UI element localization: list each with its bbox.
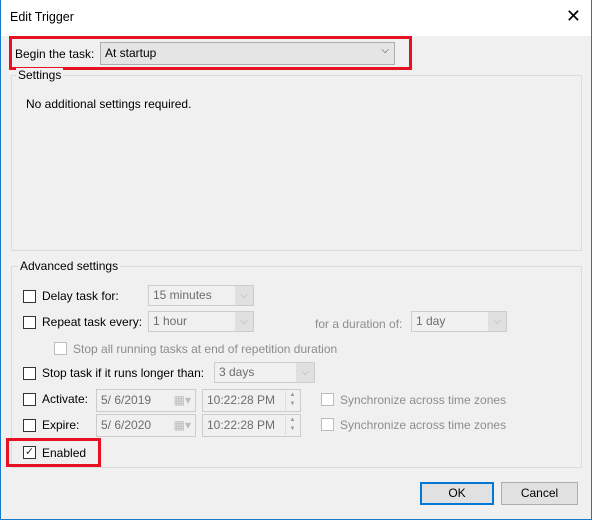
repeat-checkbox[interactable] [23,316,36,329]
calendar-icon: ▦▾ [173,393,191,407]
delay-dropdown[interactable]: 15 minutes ⌵ [148,285,254,306]
expire-time-field[interactable]: 10:22:28 PM ▲ ▼ [202,414,301,437]
settings-group: Settings No additional settings required… [11,68,582,251]
stop-running-checkbox[interactable] [54,342,67,355]
expire-label: Expire: [42,418,80,432]
close-icon[interactable]: ✕ [566,6,581,27]
repeat-label: Repeat task every: [42,315,143,329]
time-spinner[interactable]: ▲ ▼ [285,391,299,410]
activate-date-picker[interactable]: 5/ 6/2019 ▦▾ [96,389,196,412]
duration-value: 1 day [416,314,446,328]
repeat-dropdown[interactable]: 1 hour ⌵ [148,311,254,332]
enabled-checkbox[interactable]: ✓ [23,446,36,459]
expire-date: 5/ 6/2020 [101,418,152,432]
stop-running-label: Stop all running tasks at end of repetit… [73,342,338,356]
begin-label: Begin the task: [15,47,95,61]
chevron-down-icon: ⌵ [235,286,253,305]
expire-sync-label: Synchronize across time zones [340,418,507,432]
activate-checkbox[interactable] [23,393,36,406]
expire-checkbox[interactable] [23,419,36,432]
chevron-down-icon: ⌵ [296,363,314,382]
stop-longer-checkbox[interactable] [23,367,36,380]
ok-button[interactable]: OK [420,482,494,505]
advanced-label: Advanced settings [18,259,121,273]
chevron-down-icon: ⌵ [381,45,389,56]
stop-longer-dropdown[interactable]: 3 days ⌵ [214,362,315,383]
chevron-down-icon: ⌵ [235,312,253,331]
activate-sync-label: Synchronize across time zones [340,393,507,407]
stop-longer-label: Stop task if it runs longer than: [42,366,205,380]
title-bar: Edit Trigger ✕ [1,0,591,36]
activate-sync-checkbox[interactable] [321,393,334,406]
expire-date-picker[interactable]: 5/ 6/2020 ▦▾ [96,414,196,437]
cancel-button[interactable]: Cancel [501,482,578,505]
edit-trigger-dialog: Edit Trigger ✕ Begin the task: At startu… [0,0,592,520]
delay-checkbox[interactable] [23,290,36,303]
activate-label: Activate: [42,392,89,406]
repeat-value: 1 hour [153,314,188,328]
duration-label: for a duration of: [315,317,403,331]
activate-time-field[interactable]: 10:22:28 PM ▲ ▼ [202,389,301,412]
settings-text: No additional settings required. [26,97,192,111]
expire-time: 10:22:28 PM [207,418,276,432]
delay-value: 15 minutes [153,288,212,302]
begin-task-value: At startup [105,46,157,60]
calendar-icon: ▦▾ [173,418,191,432]
delay-label: Delay task for: [42,289,119,303]
expire-sync-checkbox[interactable] [321,418,334,431]
enabled-label: Enabled [42,446,87,460]
settings-label: Settings [16,68,64,82]
time-spinner[interactable]: ▲ ▼ [285,416,299,435]
dialog-title: Edit Trigger [10,10,74,24]
activate-time: 10:22:28 PM [207,393,276,407]
duration-dropdown[interactable]: 1 day ⌵ [411,311,507,332]
chevron-down-icon: ⌵ [488,312,506,331]
begin-task-dropdown[interactable]: At startup ⌵ [100,42,395,65]
activate-date: 5/ 6/2019 [101,393,152,407]
stop-longer-value: 3 days [219,365,255,379]
